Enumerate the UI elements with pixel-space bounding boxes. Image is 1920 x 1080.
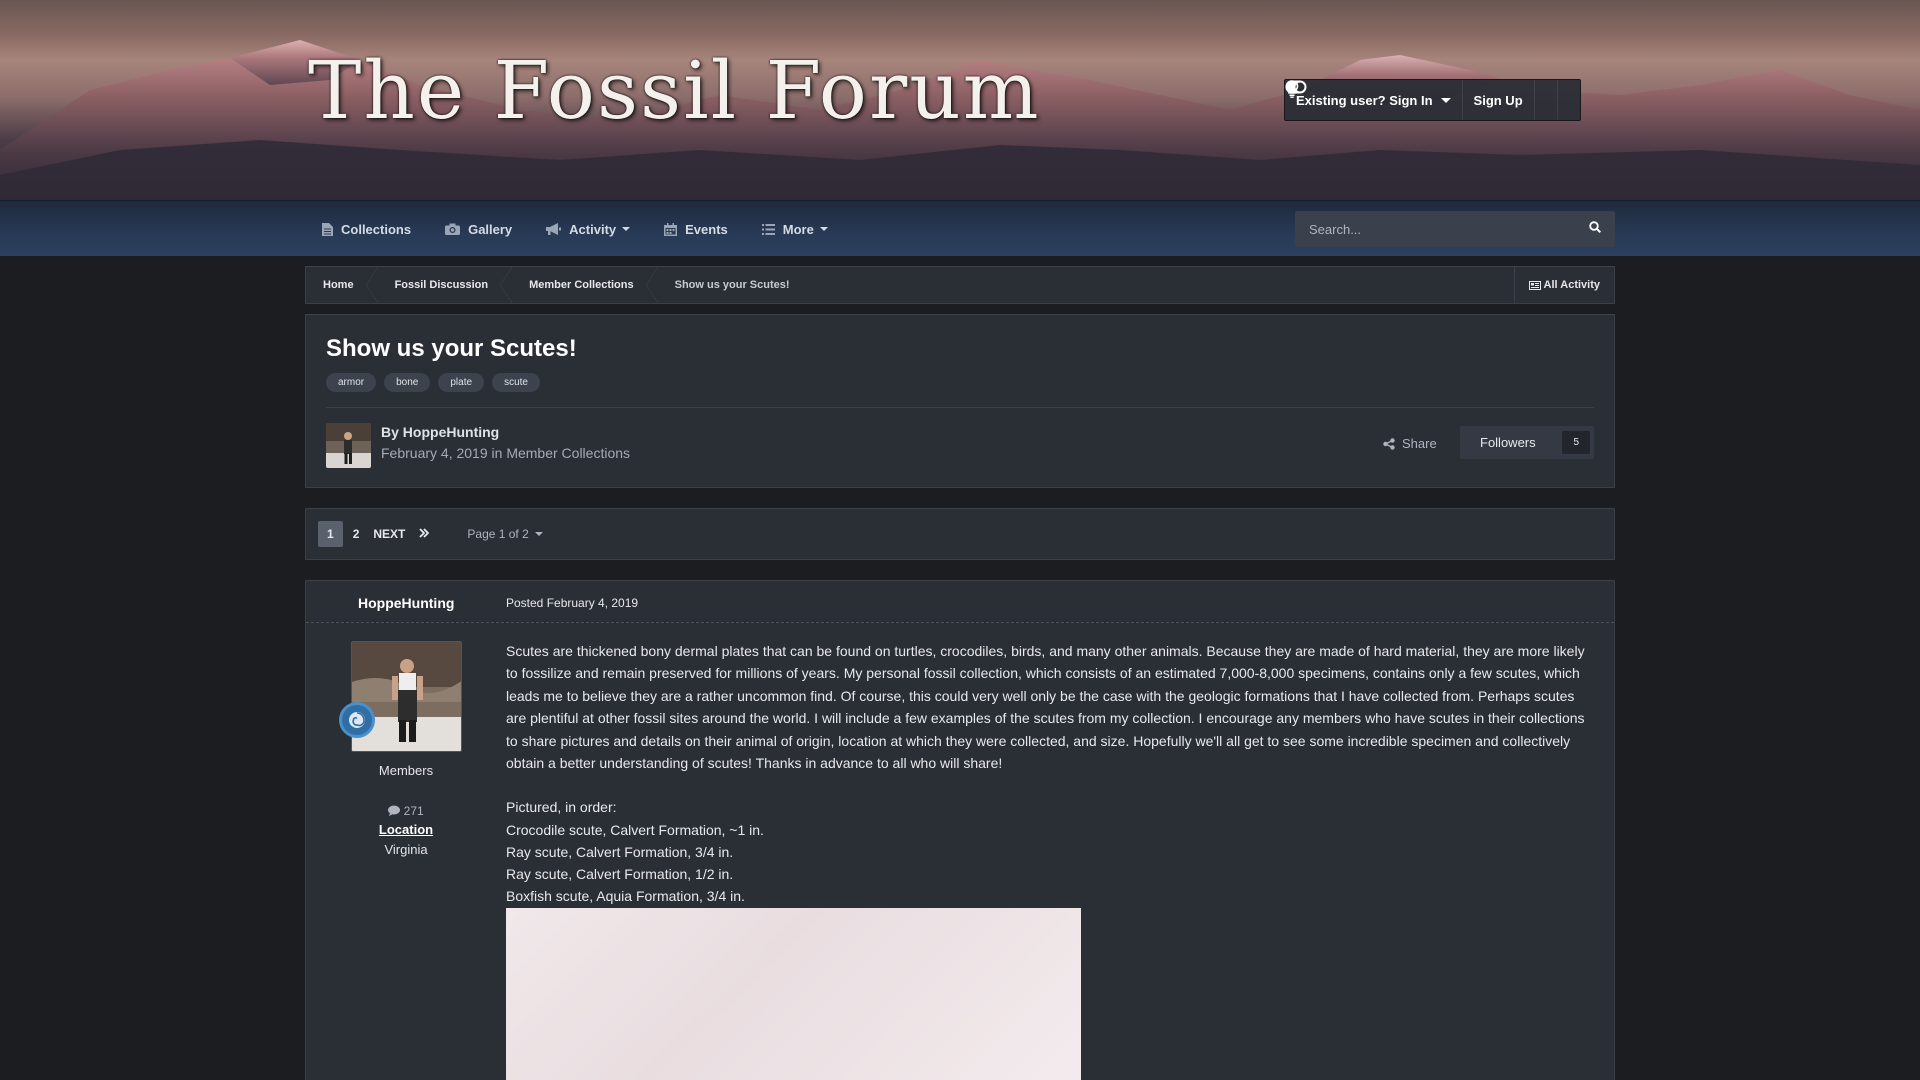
post: HoppeHunting Posted February 4, 2019 Mem…	[305, 580, 1615, 1080]
nav-label-more: More	[782, 221, 814, 237]
newspaper-icon	[1528, 280, 1541, 290]
nav-label-activity: Activity	[569, 221, 617, 237]
search-box	[1295, 211, 1615, 247]
camera-icon	[445, 223, 461, 235]
share-label: Share	[1402, 436, 1437, 451]
lightbulb-icon	[1285, 80, 1299, 98]
post-paragraph: Scutes are thickened bony dermal plates …	[506, 643, 1585, 772]
sign-in-label: Existing user? Sign In	[1296, 92, 1433, 108]
nav-item-events[interactable]: Events	[664, 222, 728, 237]
page-title: Show us your Scutes!	[326, 335, 577, 362]
member-group: Members	[378, 763, 434, 778]
chevron-down-icon	[622, 227, 631, 231]
topic-header: Show us your Scutes! armor bone plate sc…	[305, 314, 1615, 488]
tag-list: armor bone plate scute	[326, 373, 548, 392]
search-input[interactable]	[1309, 221, 1589, 237]
list-icon	[761, 223, 775, 235]
site-logo[interactable]: The Fossil Forum	[308, 44, 1041, 137]
divider	[326, 407, 1594, 408]
post-avatar[interactable]	[351, 641, 462, 752]
pagination: 1 2 NEXT Page 1 of 2	[305, 508, 1615, 560]
breadcrumb-current: Show us your Scutes!	[674, 279, 790, 291]
double-chevron-right-icon	[419, 528, 430, 538]
topic-date: February 4, 2019	[381, 445, 488, 461]
nav-label-collections: Collections	[341, 221, 412, 237]
share-icon	[1383, 437, 1395, 450]
page-info: Page 1 of 2	[467, 527, 529, 541]
share-button[interactable]: Share	[1383, 436, 1437, 451]
list-item: Ray scute, Calvert Formation, 3/4 in.	[506, 843, 734, 860]
breadcrumb-fossil-discussion[interactable]: Fossil Discussion	[378, 267, 513, 303]
chevron-down-icon	[534, 532, 543, 536]
page-jump-dropdown[interactable]: Page 1 of 2	[467, 527, 543, 541]
all-activity-label: All Activity	[1543, 279, 1600, 291]
post-date: Posted February 4, 2019	[506, 596, 639, 610]
calendar-icon	[664, 222, 678, 236]
page-1-button[interactable]: 1	[318, 521, 343, 547]
post-content: Scutes are thickened bony dermal plates …	[506, 640, 1586, 907]
post-image[interactable]	[506, 908, 1081, 1080]
main-navigation: Collections Gallery Activity Events More…	[0, 200, 1920, 256]
lightbulb-button[interactable]	[1285, 80, 1580, 120]
specimen-list: Pictured, in order: Crocodile scute, Cal…	[506, 796, 1586, 907]
author-link[interactable]: HoppeHunting	[403, 424, 499, 440]
sign-up-button[interactable]: Sign Up	[1463, 80, 1535, 120]
header-banner: The Fossil Forum Existing user? Sign In …	[0, 0, 1920, 200]
by-label: By	[381, 424, 399, 440]
sign-in-button[interactable]: Existing user? Sign In	[1285, 80, 1463, 120]
comment-icon	[388, 805, 401, 816]
tag-bone[interactable]: bone	[384, 373, 431, 392]
all-activity-link[interactable]: All Activity	[1513, 267, 1614, 303]
list-item: Crocodile scute, Calvert Formation, ~1 i…	[506, 821, 764, 838]
nav-label-gallery: Gallery	[468, 221, 513, 237]
tag-plate[interactable]: plate	[438, 373, 485, 392]
megaphone-icon	[546, 223, 562, 235]
nav-item-gallery[interactable]: Gallery	[445, 222, 512, 237]
post-count: 271	[306, 804, 506, 818]
tag-scute[interactable]: scute	[492, 373, 540, 392]
list-item: Pictured, in order:	[506, 799, 617, 816]
user-bar: Existing user? Sign In Sign Up	[1284, 79, 1581, 121]
followers-label: Followers	[1480, 435, 1536, 450]
nav-item-collections[interactable]: Collections	[322, 222, 411, 237]
forum-link[interactable]: Member Collections	[506, 445, 630, 461]
theme-toggle[interactable]	[1285, 80, 1558, 120]
post-header: HoppeHunting Posted February 4, 2019	[306, 581, 1614, 623]
file-icon	[322, 222, 333, 236]
search-icon[interactable]	[1589, 220, 1602, 238]
location-value: Virginia	[384, 842, 428, 857]
nav-label-events: Events	[685, 221, 728, 237]
chevron-down-icon	[819, 227, 828, 231]
in-label: in	[491, 445, 503, 461]
nav-item-activity[interactable]: Activity	[546, 221, 631, 237]
nav-item-more[interactable]: More	[761, 221, 828, 237]
breadcrumb-home[interactable]: Home	[306, 267, 378, 303]
topic-meta: February 4, 2019 in Member Collections	[381, 445, 630, 461]
followers-button[interactable]: Followers 5	[1460, 426, 1594, 459]
breadcrumb: Home Fossil Discussion Member Collection…	[305, 266, 1615, 304]
location-label: Location	[378, 822, 434, 837]
author-line: By HoppeHunting	[381, 424, 499, 440]
avatar[interactable]	[326, 423, 371, 468]
list-item: Ray scute, Calvert Formation, 1/2 in.	[506, 866, 734, 883]
rank-badge-icon	[339, 702, 375, 738]
next-page-button[interactable]: NEXT	[373, 527, 405, 541]
chevron-down-icon	[1440, 97, 1451, 103]
post-count-value: 271	[403, 804, 424, 818]
breadcrumb-member-collections[interactable]: Member Collections	[512, 267, 658, 303]
sign-up-label: Sign Up	[1473, 92, 1523, 108]
post-author-link[interactable]: HoppeHunting	[358, 595, 454, 611]
page-2-button[interactable]: 2	[353, 527, 360, 541]
last-page-button[interactable]	[419, 527, 430, 541]
tag-armor[interactable]: armor	[326, 373, 377, 392]
list-item: Boxfish scute, Aquia Formation, 3/4 in.	[506, 888, 745, 905]
followers-count: 5	[1562, 431, 1590, 454]
